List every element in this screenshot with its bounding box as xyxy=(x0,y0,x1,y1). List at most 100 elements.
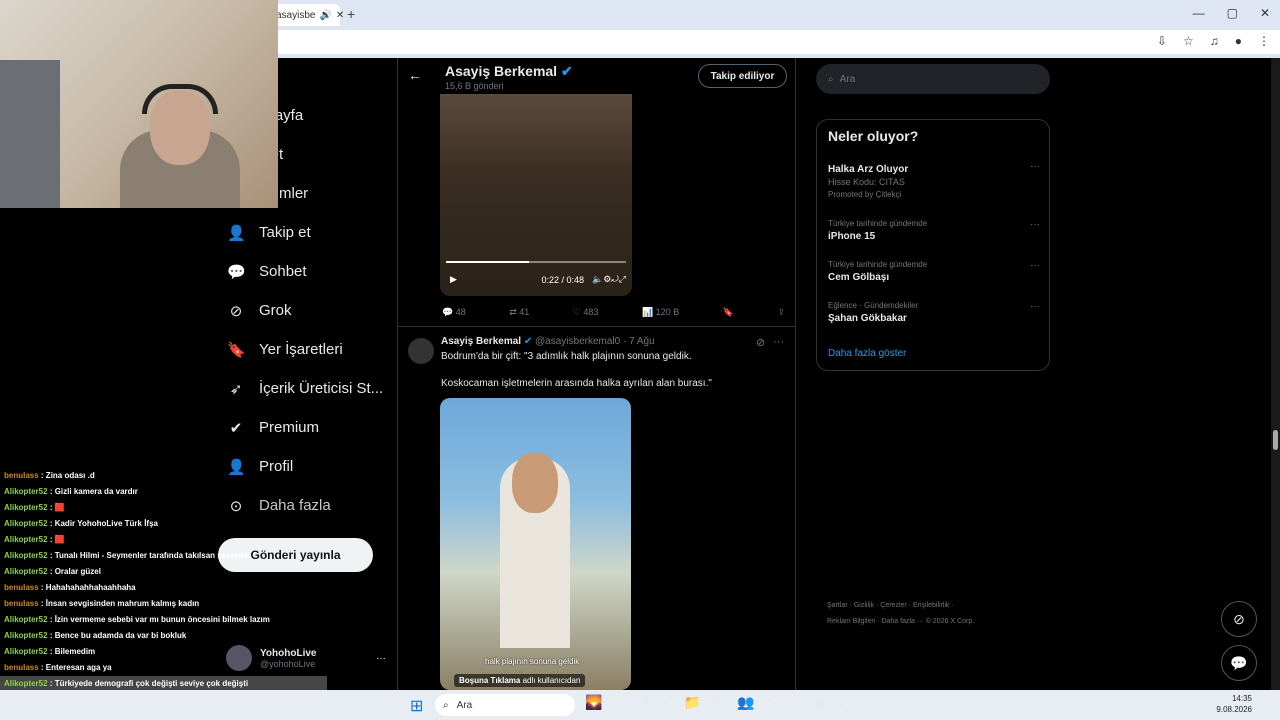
trend-title: Şahan Gökbakar xyxy=(828,313,907,324)
grok-icon[interactable]: ⊘ xyxy=(756,336,765,349)
whats-happening-panel: Neler oluyor? Halka Arz Oluyor Hisse Kod… xyxy=(816,119,1050,371)
more-icon[interactable]: ··· xyxy=(376,653,386,664)
more-icon[interactable]: ··· xyxy=(773,336,784,349)
fullscreen-icon[interactable]: ⤢ xyxy=(619,274,626,285)
chat-message: Alikopter52 : Bilemedim xyxy=(0,644,327,660)
messages-fab-button[interactable]: 💬 xyxy=(1221,645,1257,681)
volume-icon[interactable]: 🔈 xyxy=(592,274,603,285)
views-button[interactable]: 📊 120 B xyxy=(642,307,679,318)
nav-item[interactable]: 🔖 Yer İşaretleri xyxy=(220,330,398,369)
tweet-actions: 💬 48 ⇄ 41 ♡ 483 📊 120 B 🔖 ⇪ xyxy=(442,307,785,318)
nav-item-label: Yer İşaretleri xyxy=(259,341,343,358)
repost-button[interactable]: ⇄ 41 xyxy=(509,307,529,318)
chat-username: Alikopter52 xyxy=(4,615,48,624)
chat-username: Alikopter52 xyxy=(4,647,48,656)
search-input[interactable]: ⌕ Ara xyxy=(816,64,1050,94)
nav-item[interactable]: ➶ İçerik Üreticisi St... xyxy=(220,369,398,408)
spotify-icon[interactable]: ♪ xyxy=(794,694,801,711)
more-icon[interactable]: ··· xyxy=(1030,301,1040,312)
profile-icon[interactable]: ● xyxy=(1235,34,1242,48)
taskbar-search[interactable]: ⌕ Ara xyxy=(435,694,575,716)
taskbar-search-label: Ara xyxy=(456,699,473,711)
chat-text: : 🟥 xyxy=(49,535,65,544)
chat-username: Alikopter52 xyxy=(4,679,48,688)
file-explorer-icon[interactable]: 📁 xyxy=(684,694,701,711)
address-bar[interactable] xyxy=(270,30,1280,54)
close-tab-icon[interactable]: ✕ xyxy=(336,10,344,21)
task-view-icon[interactable]: ▭ xyxy=(614,694,627,711)
show-more-link[interactable]: Daha fazla göster xyxy=(828,348,906,359)
outlook-icon[interactable]: ✉ xyxy=(713,694,725,711)
like-button[interactable]: ♡ 483 xyxy=(573,307,599,318)
reply-button[interactable]: 💬 48 xyxy=(442,307,466,318)
video-thumbnail[interactable]: halk plajının sonuna geldik Boşuna Tıkla… xyxy=(440,398,631,690)
verified-icon: ✔ xyxy=(523,336,533,347)
back-arrow-icon[interactable]: ← xyxy=(408,67,422,83)
more-icon[interactable]: ··· xyxy=(1030,219,1040,230)
chrome-icon[interactable]: ◉ xyxy=(813,694,825,711)
video-controls: ▶ 0:22 / 0:48 🔈 ⚙ ⤾ ⤢ xyxy=(450,274,626,285)
copilot-icon[interactable]: ✦ xyxy=(640,694,652,711)
repost-count: 41 xyxy=(519,307,530,317)
close-window-button[interactable]: ✕ xyxy=(1260,6,1270,20)
verified-icon: ✔ xyxy=(560,63,573,79)
chat-username: benulass xyxy=(4,663,39,672)
more-icon[interactable]: ··· xyxy=(1030,260,1040,271)
chat-message: Alikopter52 : Gizli kamera da vardır xyxy=(0,484,327,500)
nav-item[interactable]: ✔ Premium xyxy=(220,408,398,447)
trend-item[interactable]: Türkiye tarihinde gündemde iPhone 15 ··· xyxy=(828,219,1040,242)
nav-item-label: İçerik Üreticisi St... xyxy=(259,380,384,397)
minimize-button[interactable]: — xyxy=(1193,6,1205,20)
footer-line[interactable]: Şartlar · Gizlilik · Çerezler · Erişileb… xyxy=(827,598,1049,614)
trend-sub: Hisse Kodu: CITAS xyxy=(828,177,905,187)
video-progress-bar[interactable] xyxy=(446,261,626,263)
opera-icon[interactable]: ◯ xyxy=(766,694,782,711)
maximize-button[interactable]: ▢ xyxy=(1227,6,1238,20)
teams-icon[interactable]: 👥 xyxy=(737,694,754,711)
trend-item[interactable]: Eğlence · Gündemdekiler Şahan Gökbakar ·… xyxy=(828,301,1040,324)
star-icon[interactable]: ☆ xyxy=(1183,34,1194,48)
menu-icon[interactable]: ⋮ xyxy=(1258,34,1270,48)
tweet-author[interactable]: Asayiş Berkemal ✔ @asayisberkemal0 · 7 A… xyxy=(441,336,655,347)
following-button[interactable]: Takip ediliyor xyxy=(698,64,787,88)
video-source[interactable]: Boşuna Tıklama adlı kullanıcıdan xyxy=(454,674,586,687)
speaker-icon[interactable]: 🔊 xyxy=(319,10,331,21)
trend-item[interactable]: Halka Arz Oluyor Hisse Kodu: CITAS Promo… xyxy=(828,161,1040,199)
chat-username: benulass xyxy=(4,583,39,592)
scrollbar[interactable] xyxy=(1271,58,1280,690)
windows-start-icon[interactable]: ⊞ xyxy=(410,696,423,716)
rotate-icon[interactable]: ⤾ xyxy=(611,274,619,285)
system-clock[interactable]: 14:35 9.08.2026 xyxy=(1216,693,1252,715)
trend-context: Eğlence · Gündemdekiler xyxy=(828,301,919,310)
bookmark-icon[interactable]: 🔖 xyxy=(723,307,734,318)
grok-fab-button[interactable]: ⊘ xyxy=(1221,601,1257,637)
media-icon[interactable]: ♫ xyxy=(1210,34,1219,48)
install-icon[interactable]: ⇩ xyxy=(1157,34,1167,48)
play-icon[interactable]: ▶ xyxy=(450,274,457,285)
chat-icon: 💬 xyxy=(227,263,246,281)
chat-username: Alikopter52 xyxy=(4,519,48,528)
edge-icon[interactable]: ◐ xyxy=(663,694,671,711)
video-player[interactable]: ▶ 0:22 / 0:48 🔈 ⚙ ⤾ ⤢ xyxy=(440,94,632,296)
trend-item[interactable]: Türkiye tarihinde gündemde Cem Gölbaşı ·… xyxy=(828,260,1040,283)
chat-message: Alikopter52 : Bence bu adamda da var bi … xyxy=(0,628,327,644)
widgets-icon[interactable]: 🌄 xyxy=(585,694,602,711)
chat-text: : Bilemedim xyxy=(49,647,96,656)
app-icon[interactable]: ◕ xyxy=(837,694,845,711)
nav-item[interactable]: 👤 Takip et xyxy=(220,213,398,252)
nav-item[interactable]: 💬 Sohbet xyxy=(220,252,398,291)
tweet-avatar[interactable] xyxy=(408,338,434,364)
nav-item[interactable]: ⊘ Grok xyxy=(220,291,398,330)
footer-line[interactable]: Reklam Bilgileri · Daha fazla ··· © 2026… xyxy=(827,614,1049,630)
chat-message: Alikopter52 : Kadir YohohoLive Türk İfşa xyxy=(0,516,327,532)
browser-tab[interactable]: asayisbe 🔊 ✕ xyxy=(270,4,344,26)
share-icon[interactable]: ⇪ xyxy=(777,307,785,318)
scrollbar-thumb[interactable] xyxy=(1273,430,1278,450)
source-suffix: adlı kullanıcıdan xyxy=(520,676,581,685)
more-icon[interactable]: ··· xyxy=(1030,161,1040,172)
post-count: 15,6 B gönderi xyxy=(445,81,504,91)
trend-title: Cem Gölbaşı xyxy=(828,272,890,283)
settings-icon[interactable]: ⚙ xyxy=(603,274,611,285)
new-tab-button[interactable]: + xyxy=(347,6,355,22)
rocket-icon: ➶ xyxy=(229,380,243,398)
